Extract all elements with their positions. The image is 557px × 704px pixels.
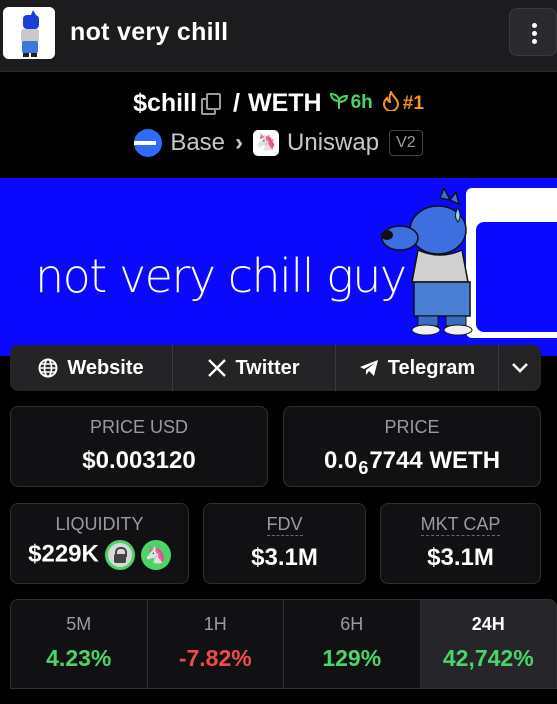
price-usd-value: $0.003120 <box>82 447 196 474</box>
chain-name[interactable]: Base <box>170 129 225 157</box>
pair-heading: $chill / WETH 6h #1 <box>0 88 557 120</box>
tab-6h[interactable]: 6H 129% <box>284 600 421 688</box>
mktcap-label[interactable]: MKT CAP <box>420 514 501 536</box>
fdv-card: FDV $3.1M <box>203 503 366 584</box>
tab-24h[interactable]: 24H 42,742% <box>420 600 556 688</box>
more-vertical-icon <box>532 23 537 28</box>
trending-rank[interactable]: #1 <box>382 89 424 115</box>
mktcap-card: MKT CAP $3.1M <box>380 503 541 584</box>
mktcap-value: $3.1M <box>427 544 494 571</box>
x-icon <box>208 359 227 377</box>
price-native-card: PRICE 0.067744 WETH <box>283 406 541 487</box>
telegram-link[interactable]: Telegram <box>336 345 499 391</box>
page-title: not very chill <box>70 18 229 46</box>
chevron-right-icon: › <box>235 128 244 156</box>
price-usd-card: PRICE USD $0.003120 <box>10 406 268 487</box>
top-header: not very chill <box>0 0 557 72</box>
token-banner: not very chill guy <box>0 178 557 356</box>
website-link[interactable]: Website <box>10 345 173 391</box>
tab-5m[interactable]: 5M 4.23% <box>11 600 148 688</box>
price-native-label: PRICE <box>384 417 440 437</box>
chill-guy-illustration <box>381 188 473 336</box>
uniswap-icon: 🦄 <box>253 129 280 156</box>
send-icon <box>359 360 378 376</box>
flame-icon <box>382 89 399 113</box>
globe-icon <box>38 358 58 378</box>
liquidity-card: LIQUIDITY $229K 🦄 <box>10 503 189 584</box>
social-links-bar: Website Twitter Telegram <box>10 345 541 391</box>
twitter-link[interactable]: Twitter <box>173 345 336 391</box>
liquidity-value: $229K 🦄 <box>11 540 188 570</box>
chevron-down-icon <box>512 363 528 373</box>
base-symbol: $chill <box>133 88 198 117</box>
tab-1h[interactable]: 1H -7.82% <box>148 600 284 688</box>
copy-icon[interactable] <box>201 93 222 116</box>
liquidity-label: LIQUIDITY <box>55 514 144 534</box>
fdv-value: $3.1M <box>251 544 318 571</box>
dex-name[interactable]: Uniswap <box>287 129 379 157</box>
lock-icon[interactable] <box>104 540 135 570</box>
token-avatar <box>3 7 55 59</box>
more-links-button[interactable] <box>499 345 541 391</box>
quote-symbol: WETH <box>247 88 322 117</box>
uniswap-badge-icon[interactable]: 🦄 <box>140 540 171 570</box>
seedling-icon <box>329 93 348 110</box>
pair-separator: / <box>233 88 240 117</box>
base-chain-icon <box>134 128 163 157</box>
dex-version-badge: V2 <box>389 129 423 156</box>
chain-breadcrumb: Base › 🦄 Uniswap V2 <box>0 128 557 160</box>
banner-text: not very chill guy <box>35 249 407 303</box>
pair-age: 6h <box>329 92 373 114</box>
fdv-label[interactable]: FDV <box>266 514 303 536</box>
more-menu-button[interactable] <box>509 8 557 56</box>
price-native-value: 0.067744 WETH <box>323 447 501 478</box>
price-change-tabs: 5M 4.23% 1H -7.82% 6H 129% 24H 42,742% <box>10 599 557 689</box>
price-usd-label: PRICE USD <box>89 417 188 437</box>
